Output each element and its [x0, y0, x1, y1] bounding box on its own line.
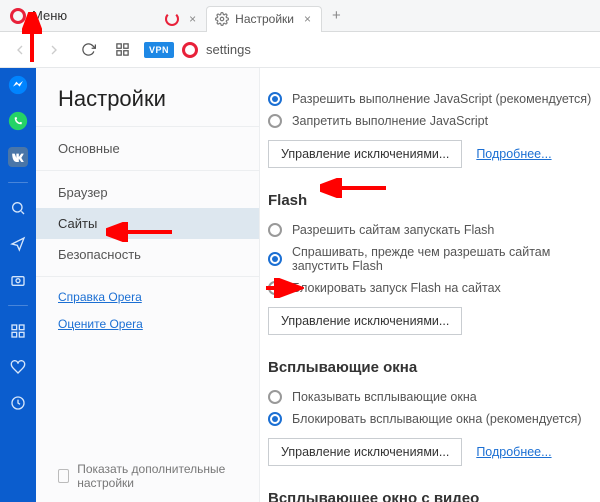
close-icon[interactable]: ×: [189, 12, 196, 26]
menu-label: Меню: [32, 8, 67, 23]
section-javascript: Разрешить выполнение JavaScript (рекомен…: [268, 88, 600, 168]
more-link[interactable]: Подробнее...: [476, 147, 551, 161]
main: Настройки Основные Браузер Сайты Безопас…: [0, 68, 600, 502]
vk-icon[interactable]: [7, 146, 29, 168]
advanced-toggle[interactable]: Показать дополнительные настройки: [36, 450, 259, 502]
loading-icon: [165, 12, 179, 26]
settings-nav: Настройки Основные Браузер Сайты Безопас…: [36, 68, 260, 502]
speeddial-button[interactable]: [110, 38, 134, 62]
more-link[interactable]: Подробнее...: [476, 445, 551, 459]
whatsapp-icon[interactable]: [7, 110, 29, 132]
apps-icon[interactable]: [7, 320, 29, 342]
reload-button[interactable]: [76, 38, 100, 62]
section-flash: Flash Разрешить сайтам запускать Flash С…: [268, 192, 600, 335]
camera-icon[interactable]: [7, 269, 29, 291]
nav-link-rate[interactable]: Оцените Opera: [36, 310, 259, 337]
heart-icon[interactable]: [7, 356, 29, 378]
advanced-label: Показать дополнительные настройки: [77, 462, 237, 490]
titlebar: Меню × Настройки × +: [0, 0, 600, 32]
radio-icon: [268, 281, 282, 295]
back-button[interactable]: [8, 38, 32, 62]
exceptions-button[interactable]: Управление исключениями...: [268, 438, 462, 466]
forward-button[interactable]: [42, 38, 66, 62]
radio-option[interactable]: Разрешить выполнение JavaScript (рекомен…: [268, 88, 600, 110]
settings-content: Разрешить выполнение JavaScript (рекомен…: [260, 68, 600, 502]
messenger-icon[interactable]: [7, 74, 29, 96]
opera-logo-icon: [10, 8, 26, 24]
nav-item-general[interactable]: Основные: [36, 133, 259, 164]
clock-icon[interactable]: [7, 392, 29, 414]
exceptions-button[interactable]: Управление исключениями...: [268, 140, 462, 168]
address-bar[interactable]: VPN settings: [144, 42, 592, 58]
close-icon[interactable]: ×: [304, 12, 311, 26]
nav-item-sites[interactable]: Сайты: [36, 208, 259, 239]
search-icon[interactable]: [7, 197, 29, 219]
exceptions-button[interactable]: Управление исключениями...: [268, 307, 462, 335]
address-text: settings: [206, 42, 251, 57]
section-popups: Всплывающие окна Показывать всплывающие …: [268, 359, 600, 466]
tab-item[interactable]: ×: [157, 6, 206, 32]
radio-icon: [268, 252, 282, 266]
section-title-video: Всплывающее окно с видео: [268, 490, 600, 502]
tab-settings[interactable]: Настройки ×: [206, 6, 322, 32]
opera-logo-icon: [182, 42, 198, 58]
radio-option[interactable]: Спрашивать, прежде чем разрешать сайтам …: [268, 241, 600, 277]
radio-option[interactable]: Показывать всплывающие окна: [268, 386, 600, 408]
radio-icon: [268, 223, 282, 237]
sidebar-divider: [8, 182, 28, 183]
gear-icon: [215, 12, 229, 26]
section-video: Всплывающее окно с видео Включить всплыв…: [268, 490, 600, 502]
radio-icon: [268, 114, 282, 128]
radio-icon: [268, 390, 282, 404]
toolbar: VPN settings: [0, 32, 600, 68]
section-title-popups: Всплывающие окна: [268, 359, 600, 376]
nav-item-security[interactable]: Безопасность: [36, 239, 259, 270]
nav-link-help[interactable]: Справка Opera: [36, 283, 259, 310]
radio-option[interactable]: Запретить выполнение JavaScript: [268, 110, 600, 132]
radio-icon: [268, 412, 282, 426]
radio-option[interactable]: Разрешить сайтам запускать Flash: [268, 219, 600, 241]
new-tab-button[interactable]: +: [322, 7, 351, 24]
opera-menu-button[interactable]: Меню: [0, 0, 77, 31]
checkbox-icon[interactable]: [58, 469, 69, 483]
radio-option[interactable]: Блокировать всплывающие окна (рекомендуе…: [268, 408, 600, 430]
tab-label: Настройки: [235, 12, 294, 26]
radio-icon: [268, 92, 282, 106]
vpn-badge[interactable]: VPN: [144, 42, 174, 58]
send-icon[interactable]: [7, 233, 29, 255]
section-title-flash: Flash: [268, 192, 600, 209]
nav-item-browser[interactable]: Браузер: [36, 177, 259, 208]
app-sidebar: [0, 68, 36, 502]
radio-option[interactable]: Блокировать запуск Flash на сайтах: [268, 277, 600, 299]
sidebar-divider: [8, 305, 28, 306]
page-title: Настройки: [36, 86, 259, 126]
